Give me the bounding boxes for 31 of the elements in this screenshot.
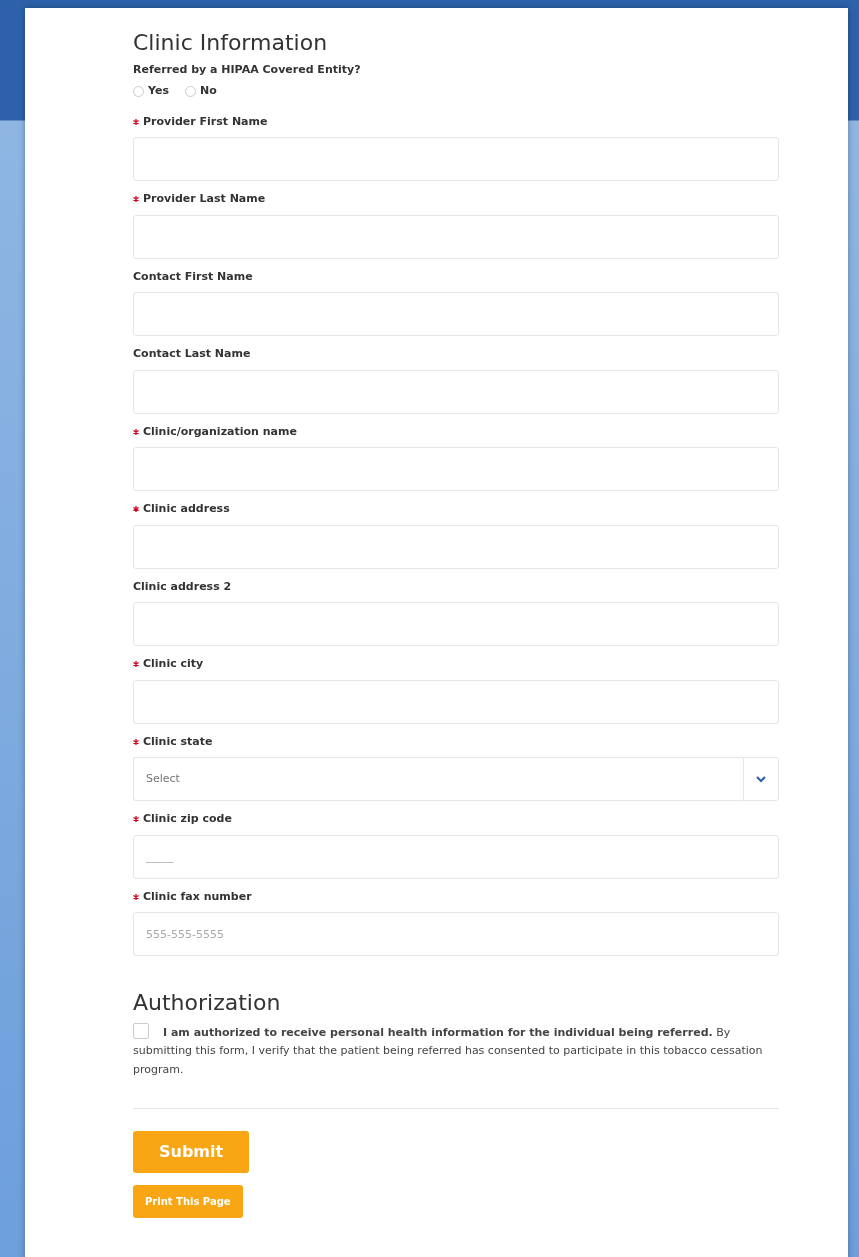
radio-option[interactable]: No [184,83,217,100]
text-field[interactable]: 555-555-5555 [133,912,779,957]
field-label: Clinic/organization name [143,423,297,440]
field-label: Clinic fax number [143,888,252,905]
text-field[interactable] [133,292,779,337]
text-field[interactable] [133,214,779,259]
dropdown-button[interactable] [743,757,779,802]
text-field[interactable] [133,137,779,182]
chevron-down-icon [756,775,766,783]
field-label: Clinic state [143,733,213,750]
text-field[interactable] [133,679,779,724]
field-label: Provider First Name [143,113,268,130]
text-field[interactable] [133,447,779,492]
field-label: Provider Last Name [143,191,266,208]
question-label: Referred by a HIPAA Covered Entity? [133,62,362,79]
select-field[interactable]: Select [133,757,743,802]
radio-option[interactable]: Yes [133,83,169,100]
checkbox[interactable] [133,1022,149,1039]
text-field[interactable] [133,524,779,569]
section-title: Authorization [133,990,282,1017]
section-title: Clinic Information [133,30,329,57]
text-field[interactable] [133,369,779,414]
field-label: Contact First Name [133,268,253,285]
field-label: Clinic address [143,501,230,518]
text-field[interactable]: _____ [133,834,779,879]
field-label: Clinic zip code [143,811,232,828]
field-label: Contact Last Name [133,346,251,363]
authorization-text: I am authorized to receive personal health information for the individual being referred. By submitting this form, I verify that the patient being referred has consented to participate in this tobacco cessation program. [133,1022,779,1080]
field-label: Clinic address 2 [133,578,232,595]
field-label: Clinic city [143,656,204,673]
text-field[interactable] [133,602,779,647]
